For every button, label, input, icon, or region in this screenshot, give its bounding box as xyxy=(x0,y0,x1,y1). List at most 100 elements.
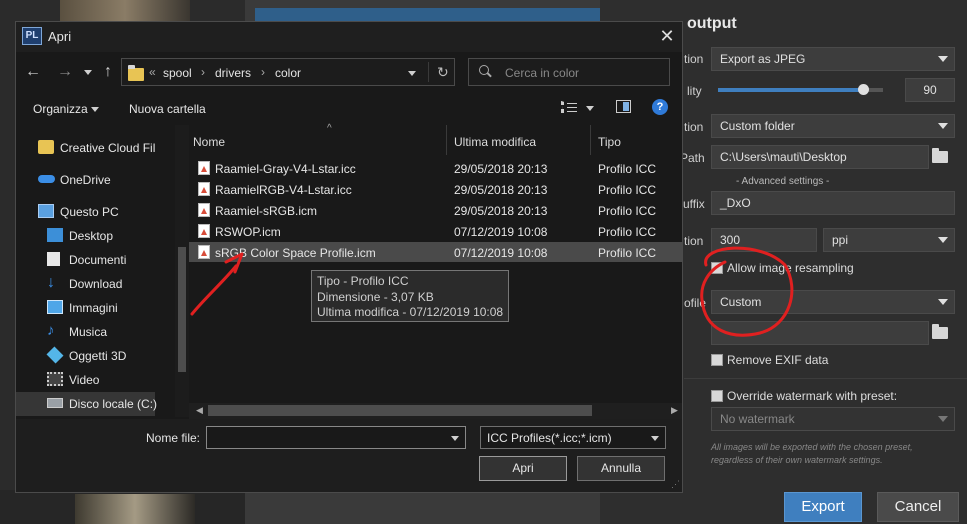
scroll-left-icon[interactable]: ◀ xyxy=(196,405,203,416)
nav-item-documents[interactable]: Documenti xyxy=(25,248,175,272)
nav-item-creative-cloud[interactable]: Creative Cloud Fil xyxy=(16,136,166,160)
watermark-select[interactable]: No watermark xyxy=(711,407,955,431)
breadcrumb-spool[interactable]: spool xyxy=(163,66,192,80)
folder-icon[interactable] xyxy=(932,324,948,339)
destination-select[interactable]: Custom folder xyxy=(711,114,955,138)
view-options-icon[interactable] xyxy=(561,101,577,113)
tooltip-size: Dimensione - 3,07 KB xyxy=(317,289,434,304)
documents-icon xyxy=(47,252,60,266)
suffix-value: _DxO xyxy=(720,196,751,210)
breadcrumb-drivers[interactable]: drivers xyxy=(215,66,251,80)
filename-input[interactable] xyxy=(206,426,466,449)
chevron-down-icon xyxy=(938,299,948,305)
background-thumbnail-top xyxy=(60,0,190,22)
forward-arrow-icon[interactable]: → xyxy=(54,61,76,83)
export-button[interactable]: Export xyxy=(784,492,862,522)
quality-input[interactable]: 90 xyxy=(905,78,955,102)
nav-scrollbar-thumb[interactable] xyxy=(178,247,186,372)
resolution-unit-select[interactable]: ppi xyxy=(823,228,955,252)
column-header-name[interactable]: Nome xyxy=(193,135,225,149)
refresh-icon[interactable]: ↻ xyxy=(437,64,449,81)
file-row-selected[interactable]: sRGB Color Space Profile.icm 07/12/2019 … xyxy=(189,242,682,262)
organize-menu-button[interactable]: Organizza xyxy=(33,102,88,116)
tooltip-type: Tipo - Profilo ICC xyxy=(317,274,409,288)
help-icon[interactable]: ? xyxy=(652,99,668,115)
navigation-pane: Creative Cloud Fil OneDrive Questo PC De… xyxy=(16,125,175,417)
breadcrumb-color[interactable]: color xyxy=(275,66,301,80)
search-box[interactable]: Cerca in color xyxy=(468,58,670,86)
chevron-down-icon xyxy=(91,107,99,112)
back-arrow-icon[interactable]: ← xyxy=(22,61,44,83)
quality-slider-fill xyxy=(718,88,864,92)
download-icon: ↓ xyxy=(47,274,55,291)
file-list-scrollbar-thumb[interactable] xyxy=(208,405,592,416)
address-history-chevron-icon[interactable] xyxy=(408,71,416,76)
dialog-titlebar[interactable]: PL Apri ✕ xyxy=(16,22,682,52)
destination-select-value: Custom folder xyxy=(720,119,795,133)
nav-item-pictures[interactable]: Immagini xyxy=(25,296,175,320)
new-folder-button[interactable]: Nuova cartella xyxy=(129,102,206,116)
profile-label: ofile xyxy=(684,296,707,310)
icc-file-icon xyxy=(198,203,210,217)
column-separator[interactable] xyxy=(446,125,447,155)
nav-item-desktop[interactable]: Desktop xyxy=(25,224,175,248)
file-row[interactable]: Raamiel-Gray-V4-Lstar.icc 29/05/2018 20:… xyxy=(189,158,682,178)
quality-slider-track[interactable] xyxy=(718,84,883,95)
file-name: Raamiel-Gray-V4-Lstar.icc xyxy=(215,162,356,176)
path-value: C:\Users\mauti\Desktop xyxy=(720,150,847,164)
nav-item-onedrive[interactable]: OneDrive xyxy=(16,168,166,192)
address-bar[interactable]: « spool › drivers › color ↻ xyxy=(121,58,455,86)
column-header-modified[interactable]: Ultima modifica xyxy=(454,135,536,149)
override-watermark-checkbox[interactable] xyxy=(711,390,723,402)
quality-label: lity xyxy=(687,84,702,98)
path-input[interactable]: C:\Users\mauti\Desktop xyxy=(711,145,929,169)
cancel-button[interactable]: Annulla xyxy=(577,456,665,481)
format-select[interactable]: Export as JPEG xyxy=(711,47,955,71)
recent-locations-chevron-icon[interactable] xyxy=(84,70,92,75)
breadcrumb-overflow[interactable]: « xyxy=(149,65,156,79)
file-info-tooltip: Tipo - Profilo ICC Dimensione - 3,07 KB … xyxy=(311,270,509,322)
preview-pane-icon[interactable] xyxy=(616,100,631,113)
profile-path-input[interactable] xyxy=(711,321,929,345)
destination-label: tion xyxy=(684,120,704,134)
up-arrow-icon[interactable]: ↑ xyxy=(97,61,119,83)
allow-resampling-checkbox[interactable] xyxy=(711,262,723,274)
file-modified: 07/12/2019 10:08 xyxy=(454,246,548,260)
remove-exif-checkbox[interactable] xyxy=(711,354,723,366)
resize-grip-icon[interactable]: ⋰ xyxy=(671,479,680,490)
view-chevron-down-icon[interactable] xyxy=(586,106,594,111)
column-header-type[interactable]: Tipo xyxy=(598,135,621,149)
nav-item-music[interactable]: ♪ Musica xyxy=(25,320,175,344)
file-row[interactable]: Raamiel-sRGB.icm 29/05/2018 20:13 Profil… xyxy=(189,200,682,220)
nav-item-local-disk[interactable]: Disco locale (C:) xyxy=(16,392,157,416)
cancel-button[interactable]: Cancel xyxy=(877,492,959,522)
chevron-down-icon xyxy=(938,56,948,62)
watermark-note-line2: regardless of their own watermark settin… xyxy=(711,455,883,465)
sort-ascending-icon: ^ xyxy=(327,123,332,134)
advanced-settings-link[interactable]: - Advanced settings - xyxy=(736,176,829,187)
folder-icon[interactable] xyxy=(932,148,948,163)
scroll-right-icon[interactable]: ▶ xyxy=(671,405,678,416)
file-row[interactable]: RaamielRGB-V4-Lstar.icc 29/05/2018 20:13… xyxy=(189,179,682,199)
nav-item-video[interactable]: Video xyxy=(25,368,175,392)
breadcrumb-separator-icon[interactable]: › xyxy=(201,65,205,79)
resolution-input[interactable]: 300 xyxy=(711,228,817,252)
open-button[interactable]: Apri xyxy=(479,456,567,481)
file-row[interactable]: RSWOP.icm 07/12/2019 10:08 Profilo ICC xyxy=(189,221,682,241)
nav-item-this-pc[interactable]: Questo PC xyxy=(16,200,166,224)
column-separator[interactable] xyxy=(590,125,591,155)
nav-item-download[interactable]: ↓ Download xyxy=(25,272,175,296)
file-type-filter-select[interactable]: ICC Profiles(*.icc;*.icm) xyxy=(480,426,666,449)
profile-select[interactable]: Custom xyxy=(711,290,955,314)
filename-history-chevron-icon[interactable] xyxy=(451,436,459,441)
file-name: sRGB Color Space Profile.icm xyxy=(215,246,376,260)
path-label: Path xyxy=(680,151,705,165)
resolution-label: tion xyxy=(684,234,704,248)
close-icon[interactable]: ✕ xyxy=(656,24,678,48)
suffix-input[interactable]: _DxO xyxy=(711,191,955,215)
resolution-unit-value: ppi xyxy=(832,233,849,247)
dialog-title: Apri xyxy=(48,29,72,44)
divider xyxy=(684,378,967,379)
breadcrumb-separator-icon[interactable]: › xyxy=(261,65,265,79)
nav-item-3d-objects[interactable]: Oggetti 3D xyxy=(25,344,175,368)
